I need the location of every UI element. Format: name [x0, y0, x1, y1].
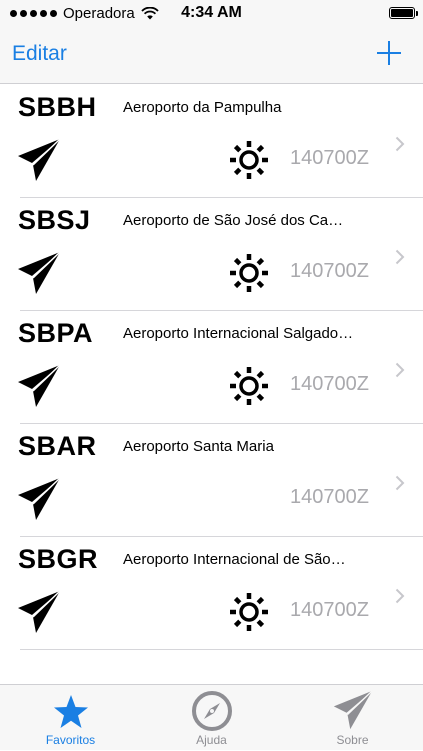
tab-label-sobre: Sobre [336, 733, 369, 747]
paper-plane-icon [18, 251, 61, 294]
sun-icon [230, 254, 268, 292]
tab-favoritos[interactable]: Favoritos [0, 685, 141, 751]
report-time: 140700Z [290, 147, 369, 169]
airport-name: Aeroporto Internacional de São… [123, 551, 346, 568]
airport-code: SBPA [18, 318, 94, 348]
airport-code: SBSJ [18, 205, 91, 235]
sun-icon [230, 141, 268, 179]
airport-name: Aeroporto da Pampulha [123, 99, 282, 116]
tab-label-favoritos: Favoritos [45, 733, 96, 747]
airport-code: SBBH [18, 92, 97, 122]
add-icon[interactable] [375, 39, 403, 67]
airport-list: SBBH Aeroporto da Pampulha 140700Z SBSJ … [0, 85, 423, 650]
tab-ajuda[interactable]: Ajuda [141, 685, 282, 751]
report-time: 140700Z [290, 599, 369, 621]
tab-label-ajuda: Ajuda [196, 733, 227, 747]
edit-button[interactable]: Editar [12, 42, 67, 66]
airport-row[interactable]: SBGR Aeroporto Internacional de São… 140… [0, 537, 423, 650]
status-bar: Operadora 4:34 AM [0, 0, 423, 28]
airport-row[interactable]: SBSJ Aeroporto de São José dos Ca… 14070… [0, 198, 423, 311]
sun-icon [230, 367, 268, 405]
status-time: 4:34 AM [181, 4, 242, 21]
report-time: 140700Z [290, 486, 369, 508]
airport-row[interactable]: SBAR Aeroporto Santa Maria 140700Z [0, 424, 423, 537]
sun-icon [230, 593, 268, 631]
chevron-right-icon [395, 136, 405, 152]
airport-name: Aeroporto Santa Maria [123, 438, 274, 455]
airport-name: Aeroporto Internacional Salgado… [123, 325, 354, 342]
paper-plane-icon [18, 590, 61, 633]
paper-plane-icon [18, 364, 61, 407]
compass-icon [191, 691, 232, 731]
chevron-right-icon [395, 249, 405, 265]
paper-plane-icon [18, 138, 61, 181]
chevron-right-icon [395, 362, 405, 378]
paper-plane-icon [333, 690, 373, 730]
tab-sobre[interactable]: Sobre [282, 685, 423, 751]
paper-plane-icon [18, 477, 61, 520]
star-icon [53, 695, 88, 728]
navigation-bar: Editar [0, 28, 423, 84]
tab-bar: Favoritos Ajuda Sobre [0, 684, 423, 750]
chevron-right-icon [395, 588, 405, 604]
airport-row[interactable]: SBBH Aeroporto da Pampulha 140700Z [0, 85, 423, 198]
airport-code: SBGR [18, 544, 99, 574]
report-time: 140700Z [290, 373, 369, 395]
battery-icon [389, 7, 418, 19]
chevron-right-icon [395, 475, 405, 491]
airport-row[interactable]: SBPA Aeroporto Internacional Salgado… 14… [0, 311, 423, 424]
report-time: 140700Z [290, 260, 369, 282]
airport-name: Aeroporto de São José dos Ca… [123, 212, 344, 229]
airport-code: SBAR [18, 431, 97, 461]
